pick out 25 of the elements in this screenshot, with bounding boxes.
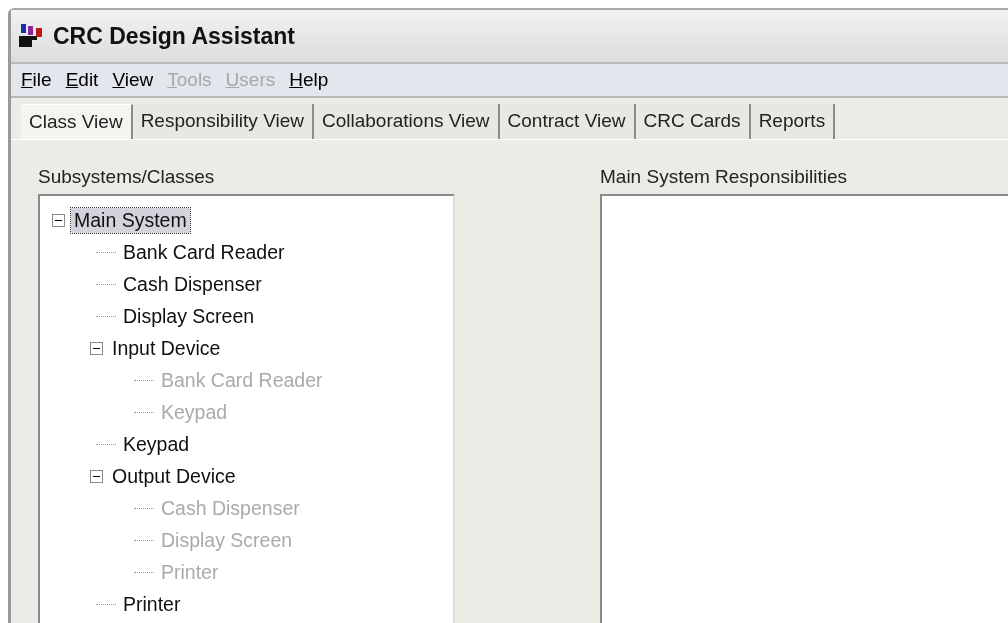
- menu-item[interactable]: File: [21, 69, 52, 91]
- tab[interactable]: Responsibility View: [132, 104, 314, 139]
- tree-item[interactable]: Cash Dispenser: [120, 271, 265, 297]
- menu-item[interactable]: Help: [289, 69, 329, 91]
- tab[interactable]: Reports: [750, 104, 836, 139]
- collapse-icon[interactable]: [90, 469, 103, 483]
- tree-item[interactable]: Main System: [71, 207, 190, 233]
- window-title: CRC Design Assistant: [53, 22, 295, 50]
- tree-item[interactable]: Display Screen: [120, 303, 258, 329]
- tree-item[interactable]: Keypad: [120, 431, 193, 457]
- tab[interactable]: Collaborations View: [314, 104, 500, 139]
- menu-item[interactable]: Edit: [65, 69, 99, 91]
- tab[interactable]: Contract View: [499, 104, 636, 139]
- tree-item[interactable]: Bank Card Reader: [120, 239, 288, 265]
- tree-item[interactable]: Output Device: [109, 463, 239, 489]
- app-logo-icon: [19, 24, 45, 48]
- list-label: Main System Responsibilities: [600, 166, 849, 188]
- menu-item[interactable]: View: [112, 69, 154, 91]
- collapse-icon[interactable]: [90, 341, 103, 355]
- tree-label: Subsystems/Classes: [38, 166, 216, 188]
- tree-item[interactable]: Input Device: [109, 335, 224, 361]
- collapse-icon[interactable]: [52, 213, 65, 227]
- tab[interactable]: Class View: [21, 104, 133, 139]
- tab[interactable]: CRC Cards: [635, 104, 751, 139]
- tree-item[interactable]: Printer: [120, 591, 184, 617]
